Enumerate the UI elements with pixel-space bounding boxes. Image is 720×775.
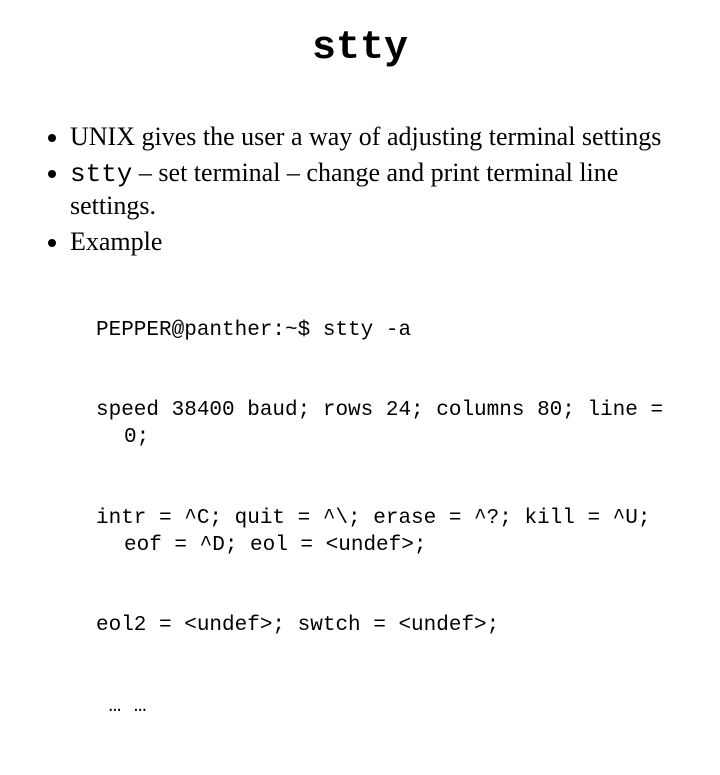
slide-title: stty [36,26,684,71]
inline-code-stty: stty [70,159,132,189]
slide: stty UNIX gives the user a way of adjust… [0,0,720,540]
code-line: … … [96,694,684,721]
code-line: eol2 = <undef>; swtch = <undef>; [96,613,684,640]
code-line: intr = ^C; quit = ^\; erase = ^?; kill =… [96,506,684,560]
bullet-item: Example [70,226,684,258]
bullet-text: UNIX gives the user a way of adjusting t… [70,122,661,151]
code-line: speed 38400 baud; rows 24; columns 80; l… [96,398,684,452]
bullet-text: Example [70,227,162,256]
code-line: PEPPER@panther:~$ stty -a [96,318,684,345]
example-code-block: PEPPER@panther:~$ stty -a speed 38400 ba… [96,264,684,775]
bullet-item: UNIX gives the user a way of adjusting t… [70,121,684,153]
bullet-item: stty – set terminal – change and print t… [70,157,684,222]
bullet-list: UNIX gives the user a way of adjusting t… [36,121,684,258]
bullet-text: – set terminal – change and print termin… [70,158,618,221]
